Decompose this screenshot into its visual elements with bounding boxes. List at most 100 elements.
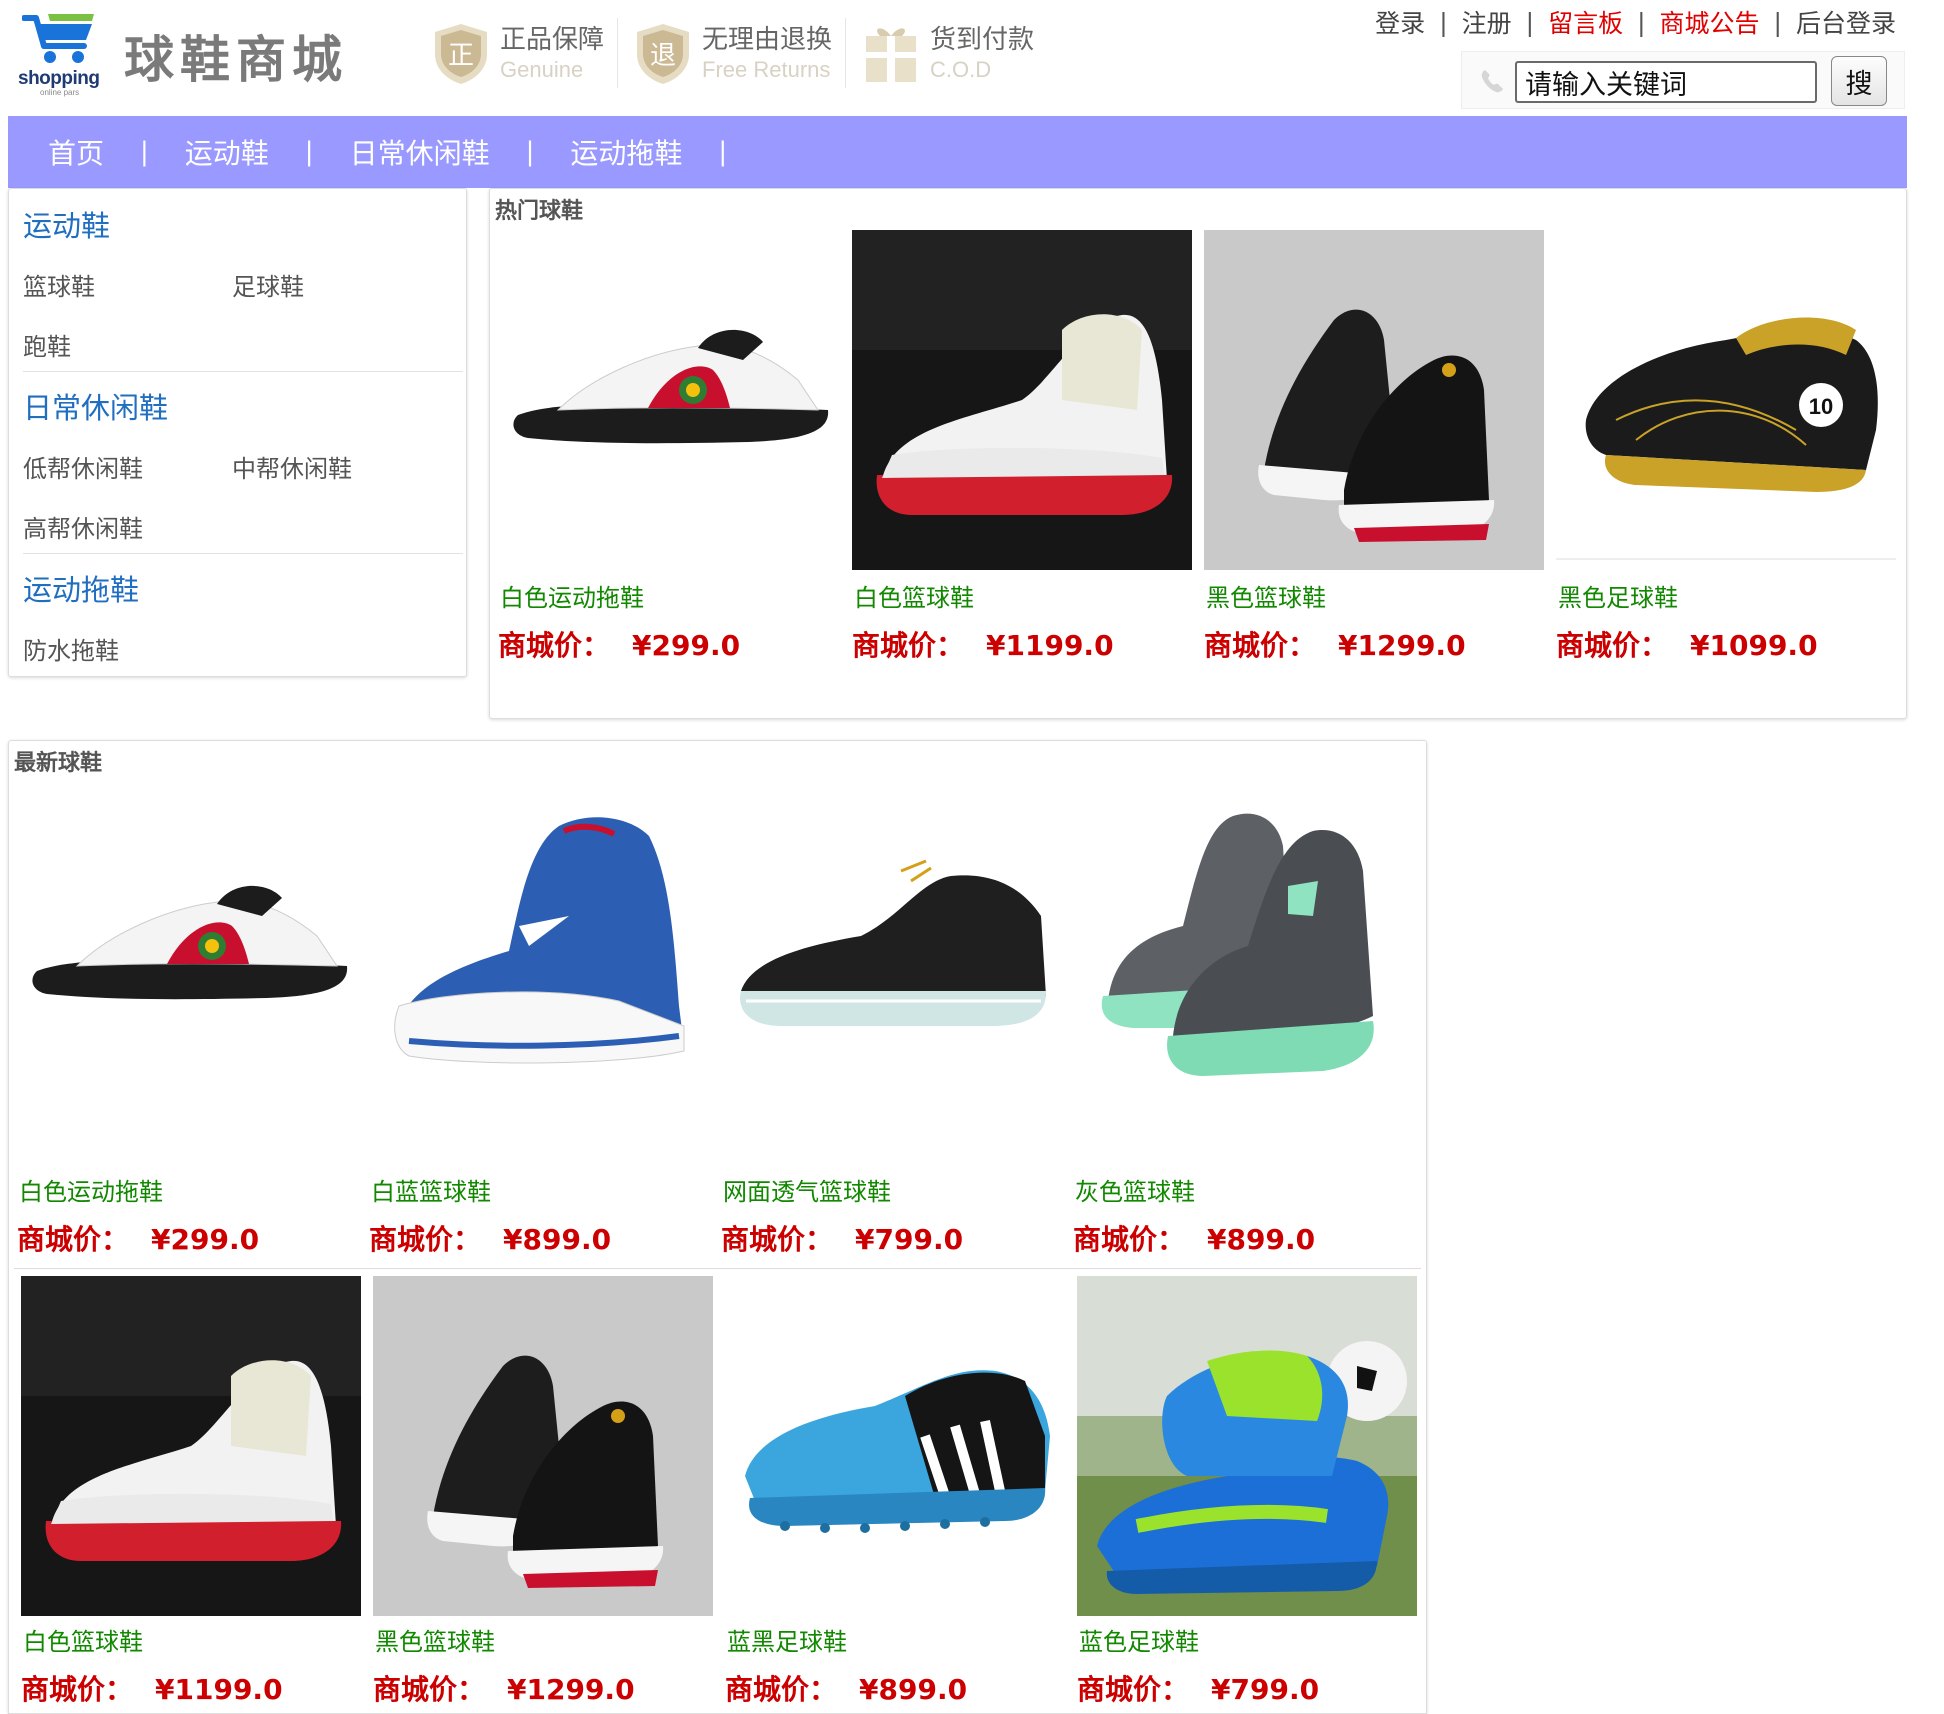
admin-login-link[interactable]: 后台登录	[1796, 4, 1896, 40]
nav-separator: |	[525, 137, 535, 167]
white-lowtop-red-sole-image	[21, 1276, 361, 1616]
product-name[interactable]: 白色运动拖鞋	[19, 1172, 163, 1207]
product-name[interactable]: 白蓝篮球鞋	[371, 1172, 491, 1207]
product-image[interactable]	[721, 786, 1061, 1126]
subcategory-link[interactable]: 高帮休闲鞋	[23, 509, 143, 544]
login-link[interactable]: 登录	[1375, 4, 1425, 40]
site-logo[interactable]: shopping online pars	[16, 10, 116, 97]
product-price: 商城价： ¥899.0	[725, 1668, 967, 1708]
product-name[interactable]: 灰色篮球鞋	[1075, 1172, 1195, 1207]
guarantee-cod: 货到付款 C.O.D	[862, 18, 1034, 90]
badge-char: 退	[650, 41, 676, 71]
subcategory-link[interactable]: 篮球鞋	[23, 267, 95, 302]
newest-products-panel: 最新球鞋 白色运动拖鞋 商城价： ¥299.0 白蓝篮球鞋 商城价： ¥899.…	[8, 740, 1427, 1714]
divider	[23, 553, 463, 554]
black-basketball-pair-image	[373, 1276, 713, 1616]
product-price: 商城价： ¥799.0	[721, 1218, 963, 1258]
price-label: 商城价：	[21, 1673, 134, 1706]
announcement-link[interactable]: 商城公告	[1660, 4, 1760, 40]
price-value: ¥799.0	[855, 1223, 964, 1256]
price-label: 商城价：	[1073, 1223, 1186, 1256]
product-name[interactable]: 黑色篮球鞋	[1206, 578, 1326, 613]
category-title[interactable]: 运动鞋	[23, 203, 463, 245]
search-bar: 搜	[1461, 51, 1905, 109]
product-name[interactable]: 黑色篮球鞋	[375, 1622, 495, 1657]
shield-tui-icon: 退	[637, 24, 689, 84]
guarantee-genuine: 正 正品保障 Genuine	[432, 18, 604, 90]
product-name[interactable]: 网面透气篮球鞋	[723, 1172, 891, 1207]
product-image[interactable]	[369, 786, 709, 1126]
nav-item-sports-slippers[interactable]: 运动拖鞋	[570, 132, 682, 172]
nav-item-casual-shoes[interactable]: 日常休闲鞋	[350, 132, 490, 172]
nav-separator: |	[718, 137, 728, 167]
price-value: ¥1199.0	[155, 1673, 283, 1706]
category-title[interactable]: 日常休闲鞋	[23, 385, 463, 427]
guarantee-subtitle: Genuine	[500, 57, 584, 82]
subcategory-link[interactable]: 足球鞋	[232, 267, 304, 302]
search-button[interactable]: 搜	[1831, 56, 1887, 106]
nav-separator: |	[304, 137, 314, 167]
row-divider	[14, 1268, 1421, 1269]
main-nav: 首页 | 运动鞋 | 日常休闲鞋 | 运动拖鞋 |	[8, 116, 1907, 188]
product-image[interactable]	[725, 1276, 1065, 1616]
product-price: 商城价： ¥1199.0	[21, 1668, 283, 1708]
nav-item-home[interactable]: 首页	[48, 132, 104, 172]
nav-separator: |	[140, 137, 149, 167]
price-value: ¥299.0	[632, 629, 741, 662]
divider	[23, 371, 463, 372]
price-value: ¥899.0	[1207, 1223, 1316, 1256]
subcategory-link[interactable]: 低帮休闲鞋	[23, 449, 143, 484]
message-board-link[interactable]: 留言板	[1548, 4, 1623, 40]
site-header: shopping online pars 球鞋商城 正 正品保障 Genuine…	[0, 0, 1944, 116]
product-name[interactable]: 蓝黑足球鞋	[727, 1622, 847, 1657]
product-image[interactable]	[498, 230, 838, 570]
price-value: ¥1299.0	[1338, 629, 1466, 662]
product-price: 商城价： ¥299.0	[498, 624, 740, 664]
product-image[interactable]	[1077, 1276, 1417, 1616]
product-image[interactable]	[852, 230, 1192, 570]
black-basketball-pair-image	[1204, 230, 1544, 570]
product-image[interactable]: 10	[1556, 230, 1896, 570]
black-gold-soccer-image: 10	[1556, 230, 1896, 570]
product-price: 商城价： ¥899.0	[369, 1218, 611, 1258]
search-input[interactable]	[1515, 61, 1817, 103]
guarantee-title: 无理由退换	[702, 25, 833, 55]
register-link[interactable]: 注册	[1462, 4, 1512, 40]
product-image[interactable]	[1073, 786, 1413, 1126]
product-image[interactable]	[21, 1276, 361, 1616]
separator: |	[1439, 7, 1448, 37]
category-group: 运动鞋	[23, 203, 463, 245]
hot-products-panel: 热门球鞋 白色运动拖鞋 商城价： ¥299.0 白色篮球鞋 商城价： ¥1199…	[489, 188, 1907, 719]
white-lowtop-red-sole-image	[852, 230, 1192, 570]
product-image[interactable]	[1204, 230, 1544, 570]
product-price: 商城价： ¥1199.0	[852, 624, 1114, 664]
price-value: ¥799.0	[1211, 1673, 1320, 1706]
white-red-slide-image	[17, 786, 357, 1126]
subcategory-link[interactable]: 跑鞋	[23, 327, 71, 362]
price-label: 商城价：	[498, 629, 611, 662]
category-title[interactable]: 运动拖鞋	[23, 567, 463, 609]
product-name[interactable]: 白色篮球鞋	[23, 1622, 143, 1657]
category-sidebar: 运动鞋 篮球鞋 足球鞋 跑鞋 日常休闲鞋 低帮休闲鞋 中帮休闲鞋 高帮休闲鞋 运…	[8, 188, 467, 677]
product-name[interactable]: 白色篮球鞋	[854, 578, 974, 613]
logo-tagline: online pars	[40, 88, 80, 97]
nav-item-sports-shoes[interactable]: 运动鞋	[185, 132, 269, 172]
phone-icon	[1481, 70, 1503, 93]
panel-title: 最新球鞋	[14, 751, 103, 776]
product-image[interactable]	[373, 1276, 713, 1616]
subcategory-link[interactable]: 防水拖鞋	[23, 631, 119, 666]
price-label: 商城价：	[721, 1223, 834, 1256]
product-image[interactable]	[17, 786, 357, 1126]
badge-char: 正	[448, 41, 474, 71]
product-name[interactable]: 蓝色足球鞋	[1079, 1622, 1199, 1657]
product-name[interactable]: 白色运动拖鞋	[500, 578, 644, 613]
white-blue-hightop-image	[369, 786, 709, 1126]
top-links: 登录 | 注册 | 留言板 | 商城公告 | 后台登录	[1375, 4, 1896, 40]
price-value: ¥1099.0	[1690, 629, 1818, 662]
price-label: 商城价：	[1204, 629, 1317, 662]
subcategory-link[interactable]: 中帮休闲鞋	[232, 449, 352, 484]
price-value: ¥1199.0	[986, 629, 1114, 662]
product-name[interactable]: 黑色足球鞋	[1558, 578, 1678, 613]
price-value: ¥299.0	[151, 1223, 260, 1256]
guarantee-subtitle: Free Returns	[702, 57, 831, 82]
